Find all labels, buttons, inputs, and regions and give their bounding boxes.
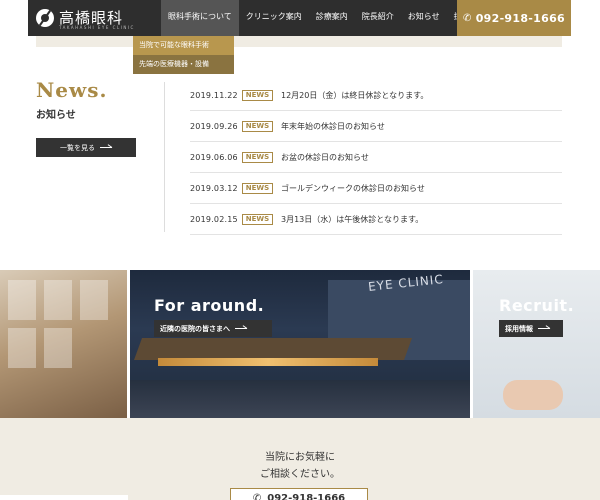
- nav-item-treatment[interactable]: 診療案内: [309, 0, 355, 36]
- news-list-button-label: 一覧を見る: [60, 143, 95, 152]
- feature-banner: EYE CLINIC For around. 近隣の医院の皆さまへ Recrui…: [0, 270, 600, 418]
- news-date: 2019.11.22: [190, 90, 238, 100]
- news-date: 2019.09.26: [190, 121, 238, 131]
- news-text: 12月20日（金）は終日休診となります。: [281, 90, 429, 100]
- doctor-photo: [0, 270, 128, 418]
- for-around-button[interactable]: 近隣の医院の皆さまへ: [154, 320, 272, 337]
- news-divider: [164, 82, 165, 232]
- news-date: 2019.02.15: [190, 214, 238, 224]
- news-item[interactable]: 2019.09.26 NEWS 年末年始の休診日のお知らせ: [190, 111, 562, 142]
- for-around-heading: For around.: [154, 296, 265, 315]
- banner-separator: [127, 270, 130, 418]
- contact-left-panel: [0, 495, 128, 500]
- news-badge: NEWS: [242, 213, 273, 225]
- recruit-photo[interactable]: [473, 270, 600, 418]
- news-item[interactable]: 2019.03.12 NEWS ゴールデンウィークの休診日のお知らせ: [190, 173, 562, 204]
- phone-icon: ✆: [463, 12, 472, 24]
- news-item[interactable]: 2019.11.22 NEWS 12月20日（金）は終日休診となります。: [190, 80, 562, 111]
- phone-icon: ✆: [252, 492, 262, 500]
- header-underline: [36, 36, 562, 47]
- logo-text: 高橋眼科: [59, 9, 124, 27]
- contact-phone-button[interactable]: ✆ 092-918-1666: [230, 488, 368, 500]
- news-date: 2019.06.06: [190, 152, 238, 162]
- main-nav: 眼科手術について クリニック案内 診療案内 院長紹介 お知らせ 採用情報: [161, 0, 493, 36]
- page: 高橋眼科 TAKAHASHI EYE CLINIC 眼科手術について クリニック…: [0, 0, 600, 500]
- news-list: 2019.11.22 NEWS 12月20日（金）は終日休診となります。 201…: [190, 80, 562, 235]
- nav-item-news[interactable]: お知らせ: [401, 0, 447, 36]
- news-item[interactable]: 2019.06.06 NEWS お盆の休診日のお知らせ: [190, 142, 562, 173]
- recruit-button-label: 採用情報: [505, 324, 533, 333]
- header-phone-number: 092-918-1666: [475, 11, 565, 25]
- news-text: 3月13日（水）は午後休診となります。: [281, 214, 424, 224]
- nav-item-clinic[interactable]: クリニック案内: [239, 0, 309, 36]
- logo-eye-icon: [36, 9, 54, 27]
- news-text: お盆の休診日のお知らせ: [281, 152, 369, 162]
- clinic-building-photo[interactable]: EYE CLINIC: [128, 270, 473, 418]
- surgery-dropdown: 当院で可能な眼科手術 先端の医療機器・設備: [133, 36, 234, 74]
- nav-item-director[interactable]: 院長紹介: [355, 0, 401, 36]
- contact-line-1: 当院にお気軽に: [265, 452, 335, 463]
- news-badge: NEWS: [242, 89, 273, 101]
- arrow-right-icon: [538, 324, 550, 329]
- news-badge: NEWS: [242, 151, 273, 163]
- nav-item-surgery[interactable]: 眼科手術について: [161, 0, 239, 36]
- news-subtitle: お知らせ: [36, 110, 76, 121]
- dropdown-item-equipment[interactable]: 先端の医療機器・設備: [133, 55, 234, 74]
- recruit-heading: Recruit.: [499, 296, 575, 315]
- arrow-right-icon: [235, 324, 247, 329]
- for-around-button-label: 近隣の医院の皆さまへ: [160, 324, 230, 333]
- news-title: News.: [36, 78, 108, 102]
- news-text: 年末年始の休診日のお知らせ: [281, 121, 385, 131]
- news-badge: NEWS: [242, 182, 273, 194]
- arrow-right-icon: [100, 143, 112, 148]
- news-date: 2019.03.12: [190, 183, 238, 193]
- dropdown-item-surgeries[interactable]: 当院で可能な眼科手術: [133, 36, 234, 55]
- recruit-button[interactable]: 採用情報: [499, 320, 563, 337]
- news-badge: NEWS: [242, 120, 273, 132]
- header-phone[interactable]: ✆ 092-918-1666: [457, 0, 571, 36]
- news-list-button[interactable]: 一覧を見る: [36, 138, 136, 157]
- contact-phone-number: 092-918-1666: [267, 492, 346, 500]
- logo-subtext: TAKAHASHI EYE CLINIC: [59, 25, 135, 30]
- contact-section: 当院にお気軽に ご相談ください。 ✆ 092-918-1666: [0, 418, 600, 500]
- site-header: 高橋眼科 TAKAHASHI EYE CLINIC 眼科手術について クリニック…: [28, 0, 571, 36]
- site-logo[interactable]: 高橋眼科 TAKAHASHI EYE CLINIC: [36, 5, 133, 31]
- contact-line-2: ご相談ください。: [260, 469, 340, 480]
- banner-separator: [470, 270, 473, 418]
- news-item[interactable]: 2019.02.15 NEWS 3月13日（水）は午後休診となります。: [190, 204, 562, 235]
- news-text: ゴールデンウィークの休診日のお知らせ: [281, 183, 425, 193]
